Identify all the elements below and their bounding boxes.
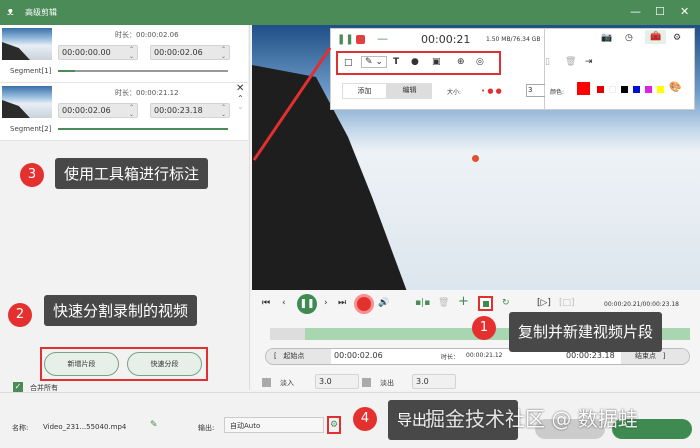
annotation-tooltip-1: 复制并新建视频片段 — [509, 312, 663, 352]
step-badge-3: 3 — [20, 163, 44, 187]
step-badge-2: 2 — [8, 303, 32, 327]
watermark: 掘金技术社区 @ 数据蛙 — [425, 407, 638, 431]
annotation-arrow — [252, 47, 332, 161]
annotation-tooltip-2: 快速分割录制的视频 — [44, 295, 198, 326]
step-badge-4: 4 — [353, 407, 377, 431]
step-badge-1: 1 — [472, 316, 496, 340]
annotation-tooltip-3: 使用工具箱进行标注 — [55, 158, 209, 189]
